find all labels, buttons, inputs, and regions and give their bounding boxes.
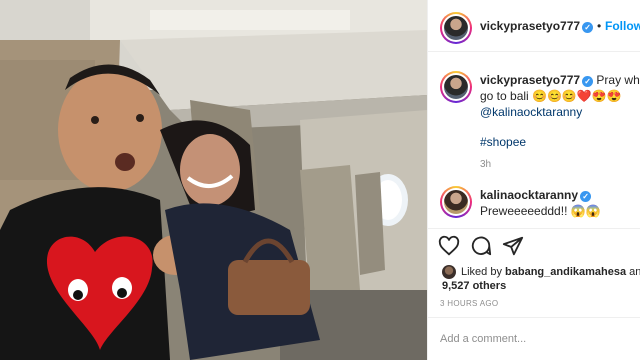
caption-author[interactable]: vickyprasetyo777 <box>480 73 580 87</box>
likes-count[interactable]: 9,527 others <box>442 280 506 292</box>
post-side-panel: vickyprasetyo777 ✓ • Follow vickyprasetyo… <box>427 0 640 360</box>
airplane-cabin-photo <box>0 0 427 360</box>
post-actions: Liked by babang_andikamahesa and 9,527 o… <box>428 228 640 360</box>
liked-by-prefix: Liked by <box>461 266 506 278</box>
post-time[interactable]: 3 HOURS AGO <box>440 299 498 308</box>
author-username[interactable]: vickyprasetyo777 ✓ <box>480 19 594 33</box>
separator-dot: • <box>597 19 602 33</box>
comment-icon[interactable] <box>470 235 492 257</box>
comment-author[interactable]: kalinaocktaranny <box>480 188 578 202</box>
caption-mention[interactable]: @kalinaocktaranny <box>480 105 582 120</box>
add-comment-box[interactable]: Add a comment... <box>428 317 640 360</box>
liked-by-suffix: and <box>629 266 640 278</box>
liked-by-line: Liked by babang_andikamahesa and <box>461 266 640 278</box>
verified-icon: ✓ <box>582 22 594 33</box>
verified-icon: ✓ <box>580 191 592 202</box>
author-username-text[interactable]: vickyprasetyo777 <box>480 19 580 33</box>
caption-hashtag[interactable]: #shopee <box>480 135 526 150</box>
follow-button[interactable]: Follow <box>605 19 640 33</box>
caption-author-avatar[interactable] <box>440 71 472 103</box>
heart-icon[interactable] <box>438 235 460 257</box>
verified-icon: ✓ <box>582 76 594 87</box>
comment-text: Preweeeeeddd!! 😱😱 <box>480 204 601 218</box>
caption-line-2: go to bali 😊😊😊❤️😍😍 <box>480 89 622 103</box>
caption-line-1: vickyprasetyo777✓ Pray white j <box>480 73 640 88</box>
comment-author-line: kalinaocktaranny ✓ <box>480 188 592 203</box>
caption-time[interactable]: 3h <box>480 159 491 170</box>
comment-author-avatar[interactable] <box>440 186 472 218</box>
liked-by-user[interactable]: babang_andikamahesa <box>505 266 626 278</box>
post-header: vickyprasetyo777 ✓ • Follow <box>428 0 640 52</box>
liker-avatar[interactable] <box>442 265 456 279</box>
caption-text-1: Pray white j <box>596 73 640 87</box>
add-comment-input[interactable]: Add a comment... <box>440 333 526 345</box>
comments-list: vickyprasetyo777✓ Pray white j go to bal… <box>428 53 640 227</box>
post-photo[interactable] <box>0 0 427 360</box>
share-icon[interactable] <box>502 235 524 257</box>
author-avatar[interactable] <box>440 12 472 44</box>
